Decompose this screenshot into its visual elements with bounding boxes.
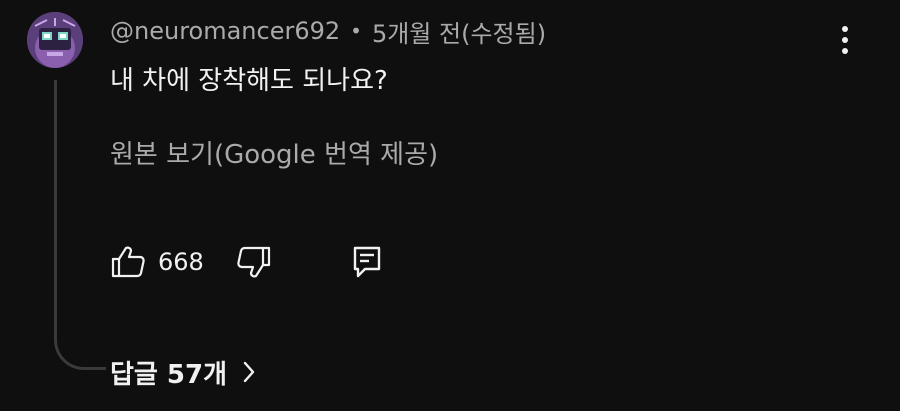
- view-replies-button[interactable]: 답글 57개: [110, 350, 255, 394]
- avatar-image: [27, 12, 83, 68]
- comment-timestamp[interactable]: 5개월 전(수정됨): [372, 14, 546, 49]
- avatar[interactable]: [27, 12, 83, 68]
- chevron-right-icon: [243, 361, 255, 383]
- dislike-button[interactable]: [236, 245, 272, 279]
- like-button[interactable]: 668: [110, 245, 204, 279]
- view-original-link[interactable]: 원본 보기(Google 번역 제공): [110, 134, 438, 171]
- reply-button[interactable]: [352, 245, 382, 279]
- separator-dot: •: [350, 19, 362, 43]
- thread-connector-line: [54, 80, 106, 370]
- thumbs-up-icon: [111, 246, 145, 278]
- comment-header: @neuromancer692 • 5개월 전(수정됨): [110, 14, 546, 48]
- comment-menu-button[interactable]: [828, 20, 862, 60]
- comment-thread: @neuromancer692 • 5개월 전(수정됨) 내 차에 장착해도 되…: [0, 0, 900, 411]
- comment-reply-icon: [353, 246, 381, 278]
- author-name[interactable]: @neuromancer692: [110, 17, 340, 45]
- comment-text: 내 차에 장착해도 되나요?: [110, 66, 388, 96]
- thumbs-down-icon: [237, 246, 270, 278]
- comment-actions: 668: [110, 238, 382, 286]
- more-vertical-icon: [842, 26, 848, 54]
- replies-count-label: 답글 57개: [110, 359, 227, 390]
- like-count: 668: [158, 248, 204, 276]
